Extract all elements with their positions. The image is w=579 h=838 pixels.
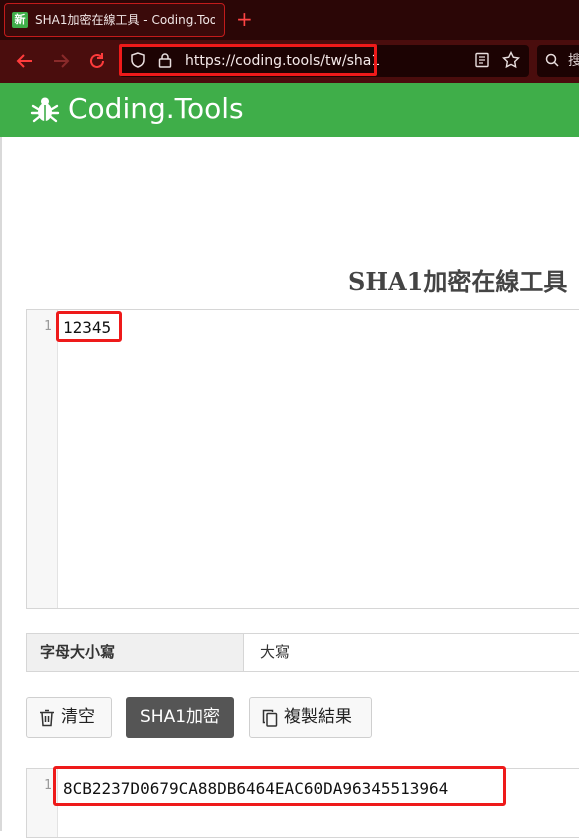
- copy-result-button[interactable]: 複製結果: [249, 697, 372, 738]
- back-arrow-icon[interactable]: [16, 52, 34, 70]
- editor-gutter: 1: [27, 310, 58, 608]
- page-title: SHA1加密在線工具: [348, 267, 568, 296]
- case-option-select[interactable]: 大寫: [260, 634, 290, 671]
- input-highlight-box: [56, 311, 122, 342]
- tab-title: SHA1加密在線工具 - Coding.Tools: [35, 13, 215, 27]
- line-number: 1: [44, 778, 52, 793]
- bug-logo-icon[interactable]: [30, 95, 60, 125]
- trash-icon: [40, 709, 54, 727]
- line-number: 1: [44, 319, 52, 334]
- case-option-row: 字母大小寫 大寫: [26, 633, 579, 672]
- search-placeholder[interactable]: 搜: [568, 52, 579, 70]
- reader-view-icon[interactable]: [474, 52, 490, 68]
- copy-result-button-label: 複製結果: [284, 707, 352, 727]
- clear-button[interactable]: 清空: [26, 697, 112, 738]
- sha1-encrypt-button[interactable]: SHA1加密: [126, 697, 234, 738]
- sha1-encrypt-button-label: SHA1加密: [140, 707, 221, 727]
- output-highlight-box: [53, 766, 506, 806]
- new-tab-button[interactable]: +: [236, 8, 253, 30]
- copy-icon: [262, 709, 278, 727]
- clear-button-label: 清空: [61, 707, 95, 727]
- forward-arrow-icon[interactable]: [52, 52, 70, 70]
- input-editor[interactable]: 1 12345: [26, 309, 579, 609]
- browser-tab[interactable]: 新 SHA1加密在線工具 - Coding.Tools: [4, 3, 225, 37]
- page-left-border: [0, 137, 2, 831]
- site-logo-text[interactable]: Coding.Tools: [68, 91, 244, 127]
- case-option-label: 字母大小寫: [27, 634, 244, 671]
- browser-tab-bar: 新 SHA1加密在線工具 - Coding.Tools +: [0, 0, 579, 40]
- bookmark-star-icon[interactable]: [502, 51, 520, 69]
- url-highlight-box: [119, 44, 377, 76]
- search-icon[interactable]: [545, 53, 559, 67]
- favicon-icon: 新: [12, 12, 28, 28]
- reload-icon[interactable]: [88, 52, 106, 70]
